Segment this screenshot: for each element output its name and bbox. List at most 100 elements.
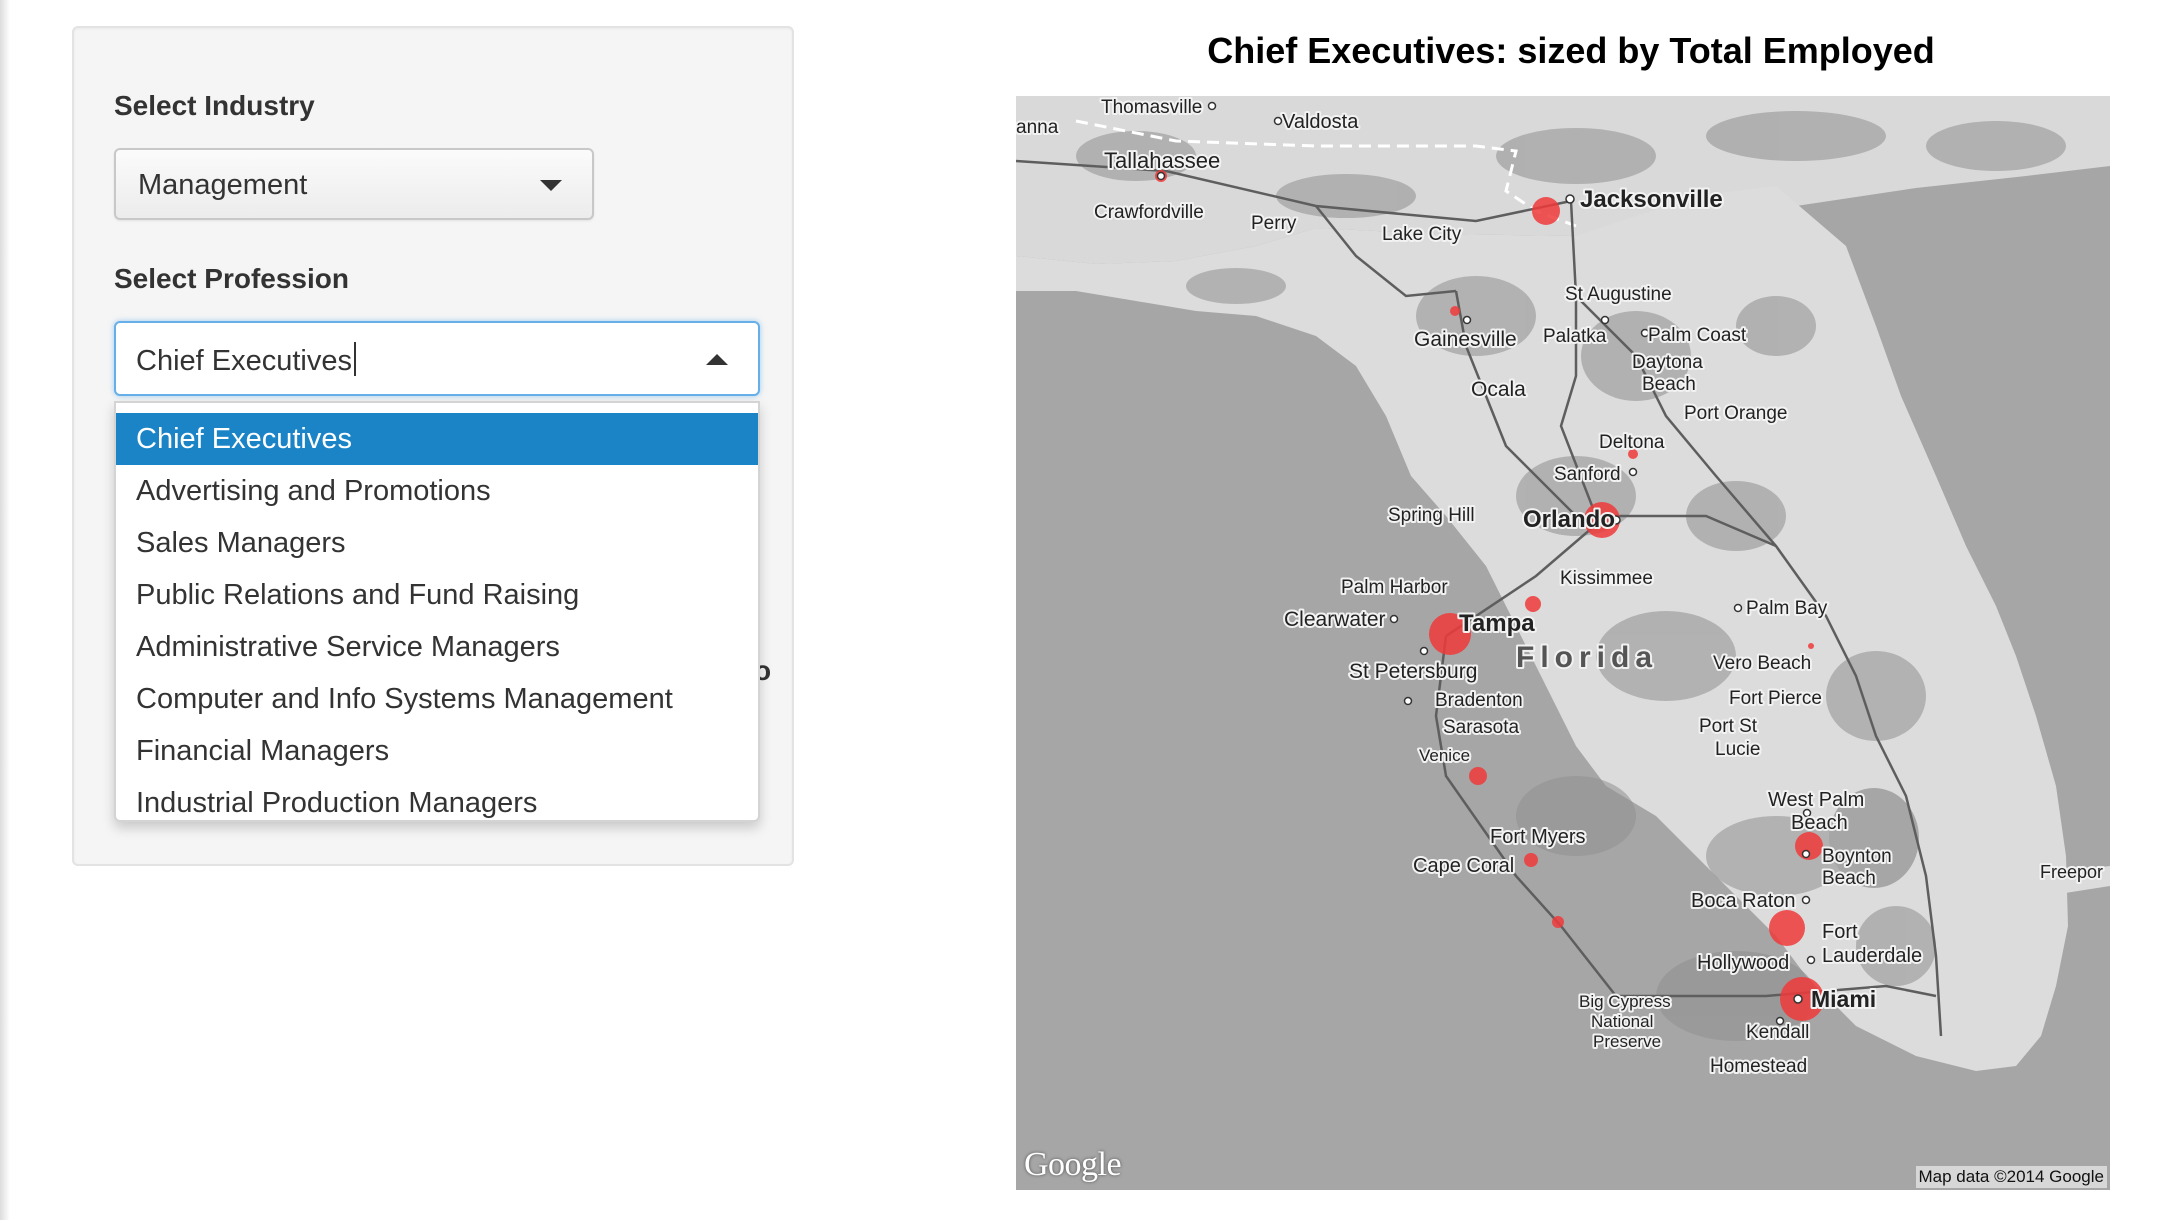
city-dot [1628,467,1638,477]
label-palm-bay: Palm Bay [1746,598,1828,619]
label-kissimmee: Kissimmee [1560,568,1653,589]
label-west-palm-2: Beach [1791,812,1848,834]
marker-fort-lauderdale[interactable] [1769,910,1805,946]
map-attribution: Map data ©2014 Google [1915,1166,2107,1188]
label-sanford: Sanford [1554,464,1621,485]
industry-label: Select Industry [114,90,315,121]
profession-select-value: Chief Executives [136,342,356,378]
label-tampa: Tampa [1459,610,1535,637]
profession-option[interactable]: Chief Executives [116,413,758,465]
map-title: Chief Executives: sized by Total Employe… [1207,30,1935,71]
city-dot [1565,194,1575,204]
city-dot [1600,315,1610,325]
page: Select Industry Management Select Profes… [0,0,2169,1220]
terrain-patch [1826,651,1926,741]
text-cursor [354,342,356,376]
profession-option[interactable]: Advertising and Promotions [116,465,758,517]
label-cape-coral: Cape Coral [1413,855,1514,877]
label-homestead: Homestead [1710,1056,1807,1077]
label-thomasville: Thomasville [1101,97,1202,118]
marker-cape-coral[interactable] [1524,853,1538,867]
label-port-st-lucie-1: Port St [1699,716,1758,737]
label-deltona: Deltona [1599,432,1665,453]
city-dot [1419,646,1429,656]
industry-select[interactable]: Management [114,148,594,220]
label-orlando: Orlando [1523,506,1615,533]
label-boca-raton: Boca Raton [1691,890,1796,912]
label-vero-beach: Vero Beach [1713,653,1811,674]
city-dot [1806,955,1816,965]
label-port-st-lucie-2: Lucie [1715,739,1760,760]
google-logo: Google [1024,1146,1122,1183]
label-miami: Miami [1811,986,1876,1012]
label-fort-pierce: Fort Pierce [1729,688,1822,709]
marker-naples[interactable] [1552,916,1564,928]
label-palatka: Palatka [1543,326,1607,347]
label-boynton-2: Beach [1822,868,1876,889]
label-gainesville: Gainesville [1414,328,1517,351]
label-hollywood: Hollywood [1697,952,1789,974]
city-dot [1733,603,1743,613]
label-crawfordville: Crawfordville [1094,202,1204,223]
terrain-patch [1926,121,2066,171]
city-dot [1801,895,1811,905]
profession-option[interactable]: Administrative Service Managers [116,621,758,673]
profession-select[interactable]: Chief Executives [114,321,760,396]
label-fort-myers: Fort Myers [1490,826,1586,848]
label-fort-lauderdale-1: Fort [1822,921,1858,943]
profession-dropdown: Chief Executives Advertising and Promoti… [114,401,760,822]
industry-select-value: Management [138,169,308,201]
terrain-patch [1706,111,1886,161]
marker-gainesville[interactable] [1450,306,1460,316]
marker-vero-beach[interactable] [1808,643,1814,649]
marker-jacksonville[interactable] [1532,197,1560,225]
label-port-orange: Port Orange [1684,403,1788,424]
label-venice: Venice [1419,746,1470,765]
marker-venice[interactable] [1469,767,1487,785]
profession-select-text: Chief Executives [136,345,352,377]
label-valdosta: Valdosta [1282,111,1359,133]
label-kendall: Kendall [1746,1022,1809,1043]
label-spring-hill: Spring Hill [1388,505,1475,526]
city-dot [1793,994,1803,1004]
city-dot [1156,171,1166,181]
city-dot [1273,116,1283,126]
profession-option[interactable]: Computer and Info Systems Management [116,673,758,725]
terrain-patch [1276,174,1416,218]
label-tallahassee: Tallahassee [1104,148,1220,173]
label-clearwater: Clearwater [1284,608,1386,631]
label-palm-harbor: Palm Harbor [1341,577,1448,598]
label-big-cypress-1: Big Cypress [1579,992,1671,1011]
chevron-down-icon [540,180,562,191]
profession-option[interactable]: Financial Managers [116,725,758,777]
label-bradenton: Bradenton [1435,690,1523,711]
label-jacksonville: Jacksonville [1580,186,1723,213]
map[interactable]: Thomasville anna Valdosta Tallahassee Cr… [1016,96,2110,1190]
page-edge-shadow [0,0,10,1220]
map-canvas: Thomasville anna Valdosta Tallahassee Cr… [1016,96,2110,1190]
city-dot [1207,101,1217,111]
label-daytona-1: Daytona [1632,352,1703,373]
label-big-cypress-2: National [1591,1012,1653,1031]
label-palm-coast: Palm Coast [1648,325,1747,346]
terrain-patch [1736,296,1816,356]
label-lake-city: Lake City [1382,224,1462,245]
terrain-patch [1186,268,1286,304]
label-ocala: Ocala [1471,378,1526,401]
city-dot [1801,849,1811,859]
label-fort-lauderdale-2: Lauderdale [1822,945,1922,967]
label-big-cypress-3: Preserve [1593,1032,1661,1051]
label-freeport: Freepor [2040,862,2103,882]
label-florida: Florida [1516,641,1658,674]
profession-option[interactable]: Sales Managers [116,517,758,569]
sidebar-panel: Select Industry Management Select Profes… [72,26,794,866]
profession-option[interactable]: Public Relations and Fund Raising [116,569,758,621]
profession-label: Select Profession [114,263,349,294]
label-sarasota: Sarasota [1443,717,1519,738]
profession-option[interactable]: Industrial Production Managers [116,777,758,820]
label-st-petersburg: St Petersburg [1349,660,1477,683]
label-daytona-2: Beach [1642,374,1696,395]
label-perry: Perry [1251,213,1297,234]
label-boynton-1: Boynton [1822,846,1892,867]
terrain-patch [1496,128,1656,184]
